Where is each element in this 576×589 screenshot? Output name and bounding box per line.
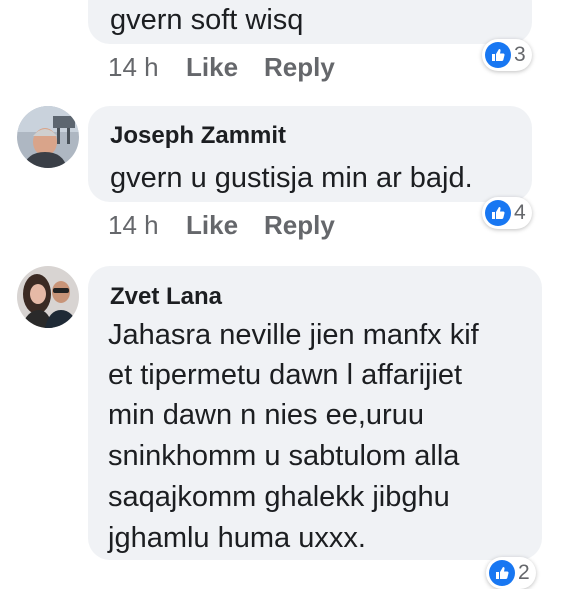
like-button[interactable]: Like bbox=[186, 210, 238, 241]
comment-text-line: jghamlu huma uxxx. bbox=[108, 522, 366, 554]
reply-button[interactable]: Reply bbox=[264, 52, 335, 83]
comment-text-line: et tipermetu dawn l affarijiet bbox=[108, 359, 463, 391]
avatar[interactable] bbox=[17, 106, 79, 168]
profile-photo-icon bbox=[17, 106, 79, 168]
comment-text-line: Jahasra neville jien manfx kif bbox=[108, 319, 479, 351]
avatar[interactable] bbox=[17, 266, 79, 328]
comment-text: gvern soft wisq bbox=[110, 4, 304, 36]
like-button[interactable]: Like bbox=[186, 52, 238, 83]
comment-text: gvern u gustisja min ar bajd. bbox=[110, 162, 473, 194]
couple-photo-icon bbox=[17, 266, 79, 328]
reaction-count: 2 bbox=[518, 561, 530, 584]
comment-author[interactable]: Zvet Lana bbox=[110, 283, 222, 311]
reaction-badge[interactable]: 4 bbox=[482, 197, 532, 229]
reply-button[interactable]: Reply bbox=[264, 210, 335, 241]
comment-text-line: saqajkomm ghalekk jibghu bbox=[108, 481, 450, 513]
comment-author[interactable]: Joseph Zammit bbox=[110, 122, 286, 150]
comment-timestamp: 14 h bbox=[108, 52, 159, 82]
reaction-count: 4 bbox=[514, 201, 526, 224]
comment-text-line: sninkhomm u sabtulom alla bbox=[108, 440, 460, 472]
thumbs-up-icon bbox=[489, 560, 515, 586]
reaction-badge[interactable]: 3 bbox=[482, 39, 532, 71]
thumbs-up-icon bbox=[485, 42, 511, 68]
comment-text-line: min dawn n nies ee,uruu bbox=[108, 399, 424, 431]
thumbs-up-icon bbox=[485, 200, 511, 226]
reaction-count: 3 bbox=[514, 43, 526, 66]
reaction-badge[interactable]: 2 bbox=[486, 557, 536, 589]
comment-timestamp: 14 h bbox=[108, 210, 159, 240]
